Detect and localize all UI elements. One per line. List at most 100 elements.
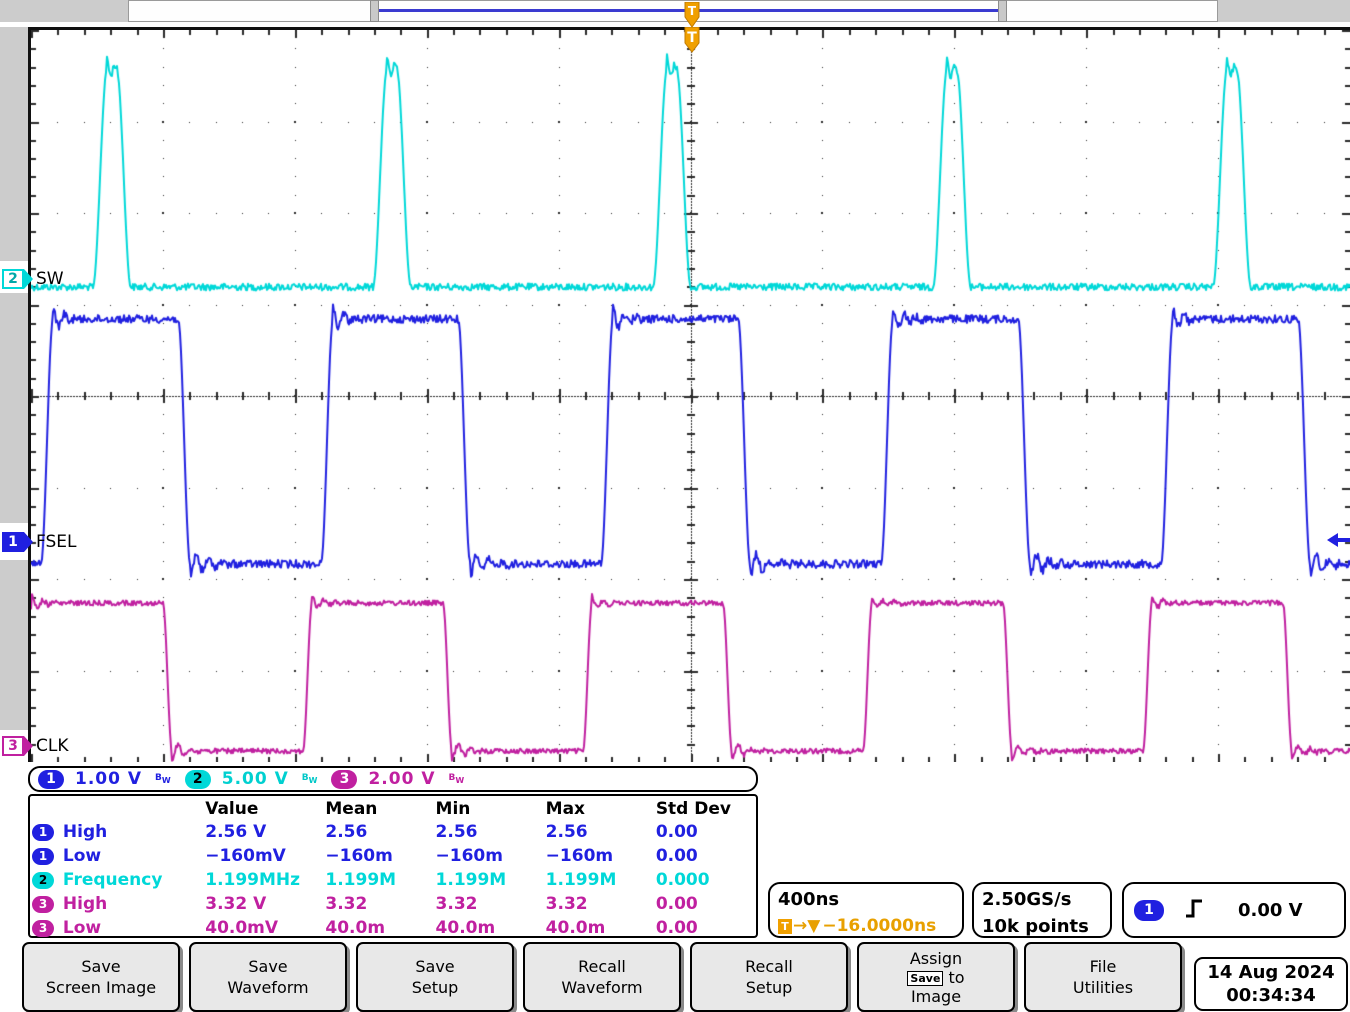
measurement-name-header xyxy=(30,799,205,820)
measurement-min: 3.32 xyxy=(435,894,478,914)
measurement-col-std-dev: Std Dev xyxy=(655,799,731,819)
button-line-2: Waveform xyxy=(227,978,309,997)
button-line-2: Waveform xyxy=(561,978,643,997)
measurement-table[interactable]: Value Mean Min Max Std Dev 1 High 2.56 V 2.56 2… xyxy=(28,794,758,938)
button-line-3: Image xyxy=(910,986,962,1006)
waveform-graticule[interactable] xyxy=(28,27,1350,762)
measurement-col-value: Value xyxy=(205,799,259,819)
measurement-label: 3 Low xyxy=(30,916,205,940)
button-line-1: Save xyxy=(415,957,455,976)
channel-marker-2-label: SW xyxy=(36,269,64,289)
channel-marker-1[interactable]: 1 FSEL xyxy=(2,531,76,553)
measurement-row[interactable]: 2 Frequency 1.199MHz 1.199M 1.199M 1.199M 0.0… xyxy=(30,868,756,892)
svg-text:T: T xyxy=(688,4,697,18)
save-key-icon: Save xyxy=(907,970,944,986)
measurement-value: 1.199MHz xyxy=(205,870,301,890)
measurement-value: 40.0mV xyxy=(205,918,279,938)
trigger-marker-top[interactable]: T xyxy=(681,1,703,28)
button-line-1: Recall xyxy=(578,957,626,976)
acquisition-readout[interactable]: 2.50GS/s 10k points xyxy=(972,882,1112,938)
channel-marker-3-arrow xyxy=(24,736,33,756)
channel-marker-2[interactable]: 2 SW xyxy=(2,268,64,290)
channel-settings-bar[interactable]: 1 1.00 V BW 2 5.00 V BW 3 2.00 V BW xyxy=(28,766,758,792)
measurement-channel-badge: 3 xyxy=(32,919,54,937)
save-setup-button[interactable]: Save Setup xyxy=(356,942,514,1012)
measurement-mean: 1.199M xyxy=(325,870,397,890)
ch1-vertical-scale[interactable]: 1.00 V xyxy=(75,769,142,789)
measurement-value: 3.32 V xyxy=(205,894,267,914)
measurement-col-max: Max xyxy=(545,799,586,819)
overview-bar[interactable] xyxy=(0,0,1350,26)
measurement-value: −160mV xyxy=(205,846,286,866)
button-line-2: Screen Image xyxy=(45,978,157,997)
ch1-ground-bar xyxy=(1338,538,1350,542)
button-line-2: Save to xyxy=(907,968,965,987)
time-text: 00:34:34 xyxy=(1226,985,1316,1006)
recall-setup-button[interactable]: Recall Setup xyxy=(690,942,848,1012)
overview-handle-left[interactable] xyxy=(370,0,379,22)
measurement-mean: 2.56 xyxy=(325,822,368,842)
channel-marker-1-label: FSEL xyxy=(36,532,77,552)
measurement-channel-badge: 3 xyxy=(32,895,54,913)
button-line-1: Assign xyxy=(909,948,963,968)
recall-waveform-button[interactable]: Recall Waveform xyxy=(523,942,681,1012)
measurement-row[interactable]: 1 Low −160mV −160m −160m −160m 0.00 xyxy=(30,844,756,868)
measurement-std: 0.00 xyxy=(655,918,698,938)
ch2-vertical-scale[interactable]: 5.00 V xyxy=(222,769,289,789)
measurement-std: 0.00 xyxy=(655,822,698,842)
measurement-max: 1.199M xyxy=(545,870,617,890)
measurement-label: 3 High xyxy=(30,892,205,916)
button-line-1: File xyxy=(1089,957,1117,976)
ch3-vertical-scale[interactable]: 2.00 V xyxy=(368,769,435,789)
ch3-bandwidth-limit-icon: BW xyxy=(448,773,465,785)
measurement-mean: −160m xyxy=(325,846,393,866)
ch3-badge[interactable]: 3 xyxy=(331,769,358,789)
channel-marker-2-arrow xyxy=(24,269,33,289)
timebase-readout[interactable]: 400ns T →▼ −16.0000ns xyxy=(768,882,964,938)
button-line-2: Setup xyxy=(745,978,793,997)
measurement-col-min: Min xyxy=(435,799,471,819)
save-waveform-button[interactable]: Save Waveform xyxy=(189,942,347,1012)
timebase-delay-value: −16.0000ns xyxy=(822,916,937,936)
timebase-delay-row: T →▼ −16.0000ns xyxy=(778,913,962,939)
measurement-min: −160m xyxy=(435,846,503,866)
trigger-source-badge[interactable]: 1 xyxy=(1134,899,1164,921)
measurement-channel-badge: 2 xyxy=(32,871,54,889)
measurement-row[interactable]: 1 High 2.56 V 2.56 2.56 2.56 0.00 xyxy=(30,820,756,844)
ch2-badge[interactable]: 2 xyxy=(184,769,211,789)
measurement-row[interactable]: 3 Low 40.0mV 40.0m 40.0m 40.0m 0.00 xyxy=(30,916,756,940)
trigger-readout[interactable]: 1 0.00 V xyxy=(1122,882,1346,938)
button-line-1: Save xyxy=(248,957,288,976)
measurement-std: 0.00 xyxy=(655,846,698,866)
measurement-row[interactable]: 3 High 3.32 V 3.32 3.32 3.32 0.00 xyxy=(30,892,756,916)
measurement-max: 40.0m xyxy=(545,918,606,938)
ch1-ground-arrow-icon[interactable] xyxy=(1327,533,1338,547)
channel-marker-3[interactable]: 3 CLK xyxy=(2,735,69,757)
measurement-channel-badge: 1 xyxy=(32,823,54,841)
file-utilities-button[interactable]: File Utilities xyxy=(1024,942,1182,1012)
overview-left-pad xyxy=(0,0,128,22)
sample-rate: 2.50GS/s xyxy=(982,889,1072,910)
measurement-label: 1 High xyxy=(30,820,205,844)
measurement-value: 2.56 V xyxy=(205,822,267,842)
bottom-menu-bar[interactable]: Save Screen Image Save Waveform Save Setup Rec… xyxy=(22,942,1182,1012)
assign-save-to-image-button[interactable]: Assign Save to Image xyxy=(857,942,1015,1012)
button-line-2: Utilities xyxy=(1072,978,1134,997)
channel-marker-3-badge: 3 xyxy=(2,736,24,756)
measurement-min: 2.56 xyxy=(435,822,478,842)
date-text: 14 Aug 2024 xyxy=(1207,962,1335,983)
overview-handle-right[interactable] xyxy=(998,0,1007,22)
timebase-scale: 400ns xyxy=(778,889,840,910)
record-length: 10k points xyxy=(982,916,1089,937)
datetime-display: 14 Aug 2024 00:34:34 xyxy=(1194,957,1348,1011)
trigger-position-icon: T xyxy=(778,918,792,934)
overview-right-pad xyxy=(1218,0,1350,22)
measurement-mean: 40.0m xyxy=(325,918,386,938)
waveform-traces xyxy=(31,30,1350,762)
measurement-max: 3.32 xyxy=(545,894,588,914)
save-screen-image-button[interactable]: Save Screen Image xyxy=(22,942,180,1012)
trigger-marker-level[interactable]: T xyxy=(681,26,703,53)
measurement-min: 1.199M xyxy=(435,870,507,890)
ch1-badge[interactable]: 1 xyxy=(38,769,64,789)
measurement-max: 2.56 xyxy=(545,822,588,842)
